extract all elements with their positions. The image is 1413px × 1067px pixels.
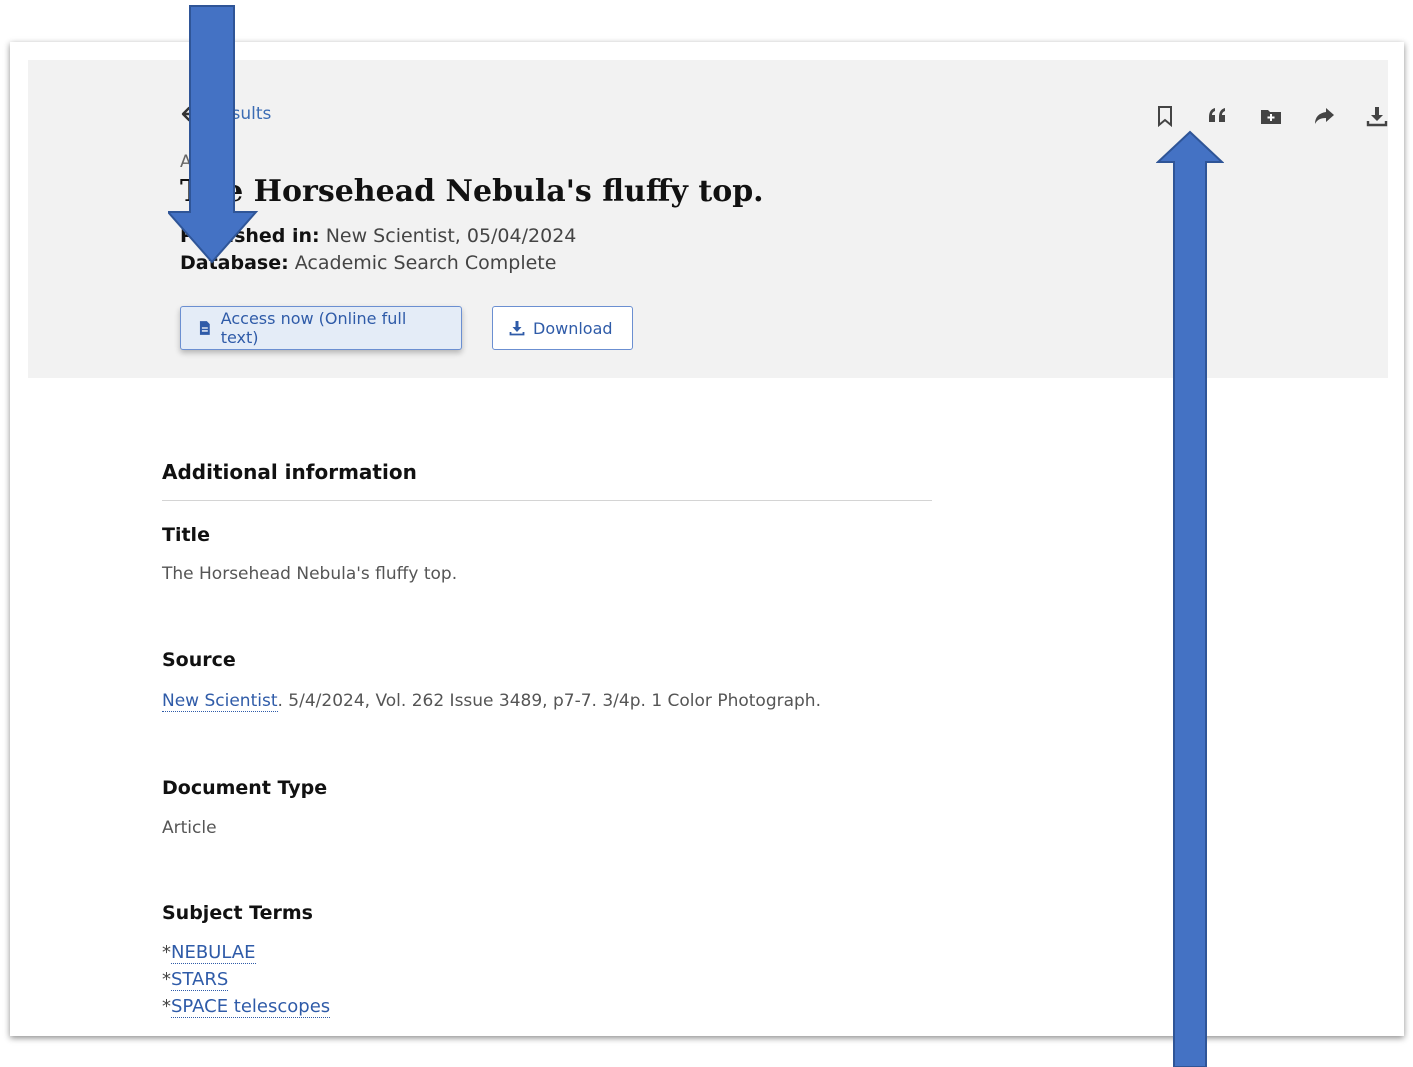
divider <box>162 500 932 501</box>
title-field-label: Title <box>162 524 210 546</box>
subject-link-stars[interactable]: STARS <box>171 969 229 991</box>
bookmark-button[interactable] <box>1138 100 1191 132</box>
source-field-value: New Scientist. 5/4/2024, Vol. 262 Issue … <box>162 691 822 712</box>
database-value: Academic Search Complete <box>294 252 557 274</box>
subject-term: *SPACE telescopes <box>162 996 331 1018</box>
doctype-field-label: Document Type <box>162 777 328 799</box>
subjects-field-label: Subject Terms <box>162 902 313 924</box>
share-button[interactable] <box>1297 100 1350 132</box>
subject-terms-list: *NEBULAE *STARS *SPACE telescopes <box>162 942 331 1023</box>
add-folder-icon <box>1260 110 1281 124</box>
download-label: Download <box>533 318 613 338</box>
subject-term: *NEBULAE <box>162 942 256 964</box>
access-now-label: Access now (Online full text) <box>220 309 407 347</box>
page-title: The Horsehead Nebula's fluffy top. <box>180 174 764 209</box>
subject-link-nebulae[interactable]: NEBULAE <box>171 942 256 964</box>
share-icon <box>1314 108 1334 124</box>
download-icon <box>1366 107 1387 127</box>
access-now-button[interactable]: Access now (Online full text) <box>180 306 462 350</box>
down-arrow-annotation <box>168 5 259 264</box>
source-link[interactable]: New Scientist <box>162 691 278 712</box>
bookmark-icon <box>1157 106 1172 127</box>
doctype-field-value: Article <box>162 818 217 838</box>
subject-term: *STARS <box>162 969 229 991</box>
subject-link-space-telescopes[interactable]: SPACE telescopes <box>171 996 331 1018</box>
up-arrow-annotation <box>1156 130 1224 1067</box>
source-details: . 5/4/2024, Vol. 262 Issue 3489, p7-7. 3… <box>277 691 822 711</box>
record-toolbar <box>1138 100 1403 132</box>
add-to-folder-button[interactable] <box>1244 100 1297 132</box>
download-icon <box>509 321 525 336</box>
published-value: New Scientist, 05/04/2024 <box>325 225 577 247</box>
quote-icon <box>1208 108 1225 122</box>
additional-info-heading: Additional information <box>162 460 417 484</box>
download-button[interactable]: Download <box>492 306 633 350</box>
download-toolbar-button[interactable] <box>1350 100 1403 132</box>
source-field-label: Source <box>162 649 236 671</box>
title-field-value: The Horsehead Nebula's fluffy top. <box>162 564 458 584</box>
document-icon <box>199 321 210 335</box>
cite-button[interactable] <box>1191 100 1244 132</box>
